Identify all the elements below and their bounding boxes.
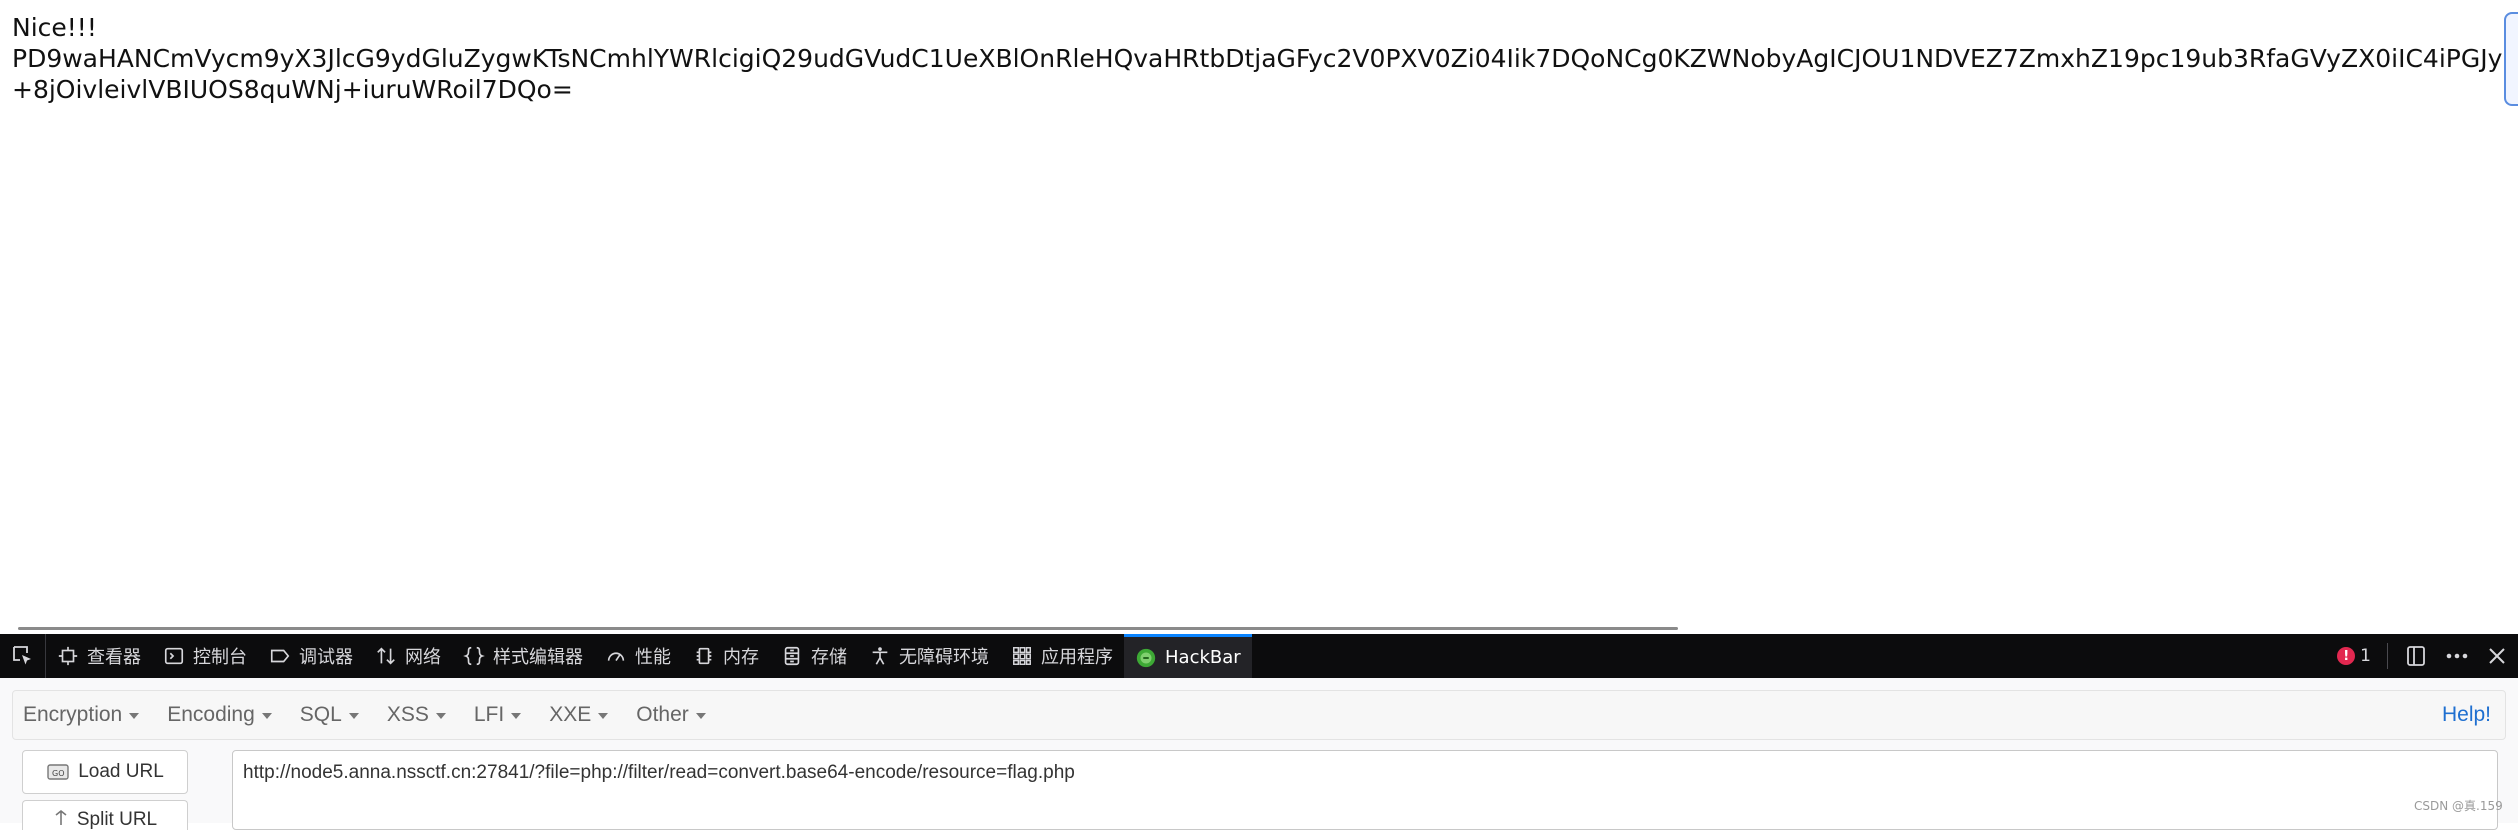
- style-editor-icon: [463, 646, 485, 666]
- menu-lfi[interactable]: LFI: [456, 703, 531, 727]
- chevron-down-icon: [598, 713, 609, 719]
- tab-storage-label: 存储: [811, 647, 847, 668]
- tab-storage[interactable]: 存储: [770, 634, 858, 678]
- watermark-text: CSDN @真.159: [2414, 799, 2503, 813]
- dock-toggle-icon[interactable]: [2404, 644, 2428, 668]
- menu-xxe[interactable]: XXE: [531, 703, 618, 727]
- chevron-down-icon: [348, 713, 359, 719]
- base64-output-tail: +8jOivleivlVBIUOS8quWNj+iuruWRoil7DQo=: [12, 75, 573, 104]
- menu-sql[interactable]: SQL: [282, 703, 369, 727]
- response-body: Nice!!! PD9waHANCmVycm9yX3JlcG9ydGluZygw…: [12, 12, 2502, 105]
- tab-hackbar-label: HackBar: [1165, 647, 1241, 668]
- horizontal-scrollbar[interactable]: [18, 627, 1678, 630]
- tab-inspector[interactable]: 查看器: [46, 634, 152, 678]
- tab-application-label: 应用程序: [1041, 647, 1113, 668]
- tab-memory-label: 内存: [723, 647, 759, 668]
- console-icon: [164, 647, 184, 665]
- tab-network-label: 网络: [405, 647, 441, 668]
- menu-other-label: Other: [636, 703, 689, 726]
- nice-message: Nice!!!: [12, 13, 97, 42]
- help-link[interactable]: Help!: [2442, 703, 2491, 727]
- accessibility-icon: [872, 647, 888, 665]
- tab-network[interactable]: 网络: [364, 634, 452, 678]
- hackbar-icon: [1136, 648, 1156, 667]
- load-url-label: Load URL: [78, 761, 164, 782]
- tab-accessibility-label: 无障碍环境: [899, 647, 989, 668]
- base64-output-line: PD9waHANCmVycm9yX3JlcG9ydGluZygwKTsNCmhl…: [12, 44, 2502, 73]
- menu-encryption-label: Encryption: [23, 703, 123, 726]
- devtools-panel: 查看器 控制台 调试器 网络 样式编辑器 性能 内存 存储 无障碍环境 应用程序…: [0, 634, 2518, 830]
- performance-icon: [607, 652, 625, 662]
- close-icon[interactable]: [2486, 645, 2508, 667]
- tab-inspector-label: 查看器: [87, 647, 141, 668]
- hackbar-menubar: Encryption Encoding SQL XSS LFI XXE Othe…: [12, 690, 2506, 740]
- application-icon: [1013, 647, 1031, 665]
- tab-console-label: 控制台: [193, 647, 247, 668]
- menu-encryption[interactable]: Encryption: [13, 703, 149, 727]
- tab-performance[interactable]: 性能: [594, 634, 682, 678]
- more-options-icon[interactable]: [2444, 644, 2470, 668]
- menu-xss-label: XSS: [386, 703, 429, 726]
- tab-memory[interactable]: 内存: [682, 634, 770, 678]
- error-count: 1: [2360, 646, 2371, 666]
- toolbar-divider: [2387, 643, 2388, 669]
- chevron-down-icon: [129, 713, 140, 719]
- chevron-down-icon: [511, 713, 522, 719]
- storage-icon: [784, 646, 800, 666]
- memory-icon: [696, 647, 712, 665]
- tab-accessibility[interactable]: 无障碍环境: [858, 634, 1000, 678]
- load-url-button[interactable]: GO Load URL: [22, 750, 188, 794]
- url-input[interactable]: http://node5.anna.nssctf.cn:27841/?file=…: [232, 750, 2498, 830]
- element-picker-icon: [12, 646, 31, 665]
- sidebar-handle[interactable]: [2504, 12, 2518, 106]
- menu-xxe-label: XXE: [549, 703, 592, 726]
- load-url-icon: GO: [47, 764, 69, 780]
- tab-application[interactable]: 应用程序: [1000, 634, 1124, 678]
- menu-encoding-label: Encoding: [167, 703, 255, 726]
- tab-debugger[interactable]: 调试器: [258, 634, 364, 678]
- inspector-icon: [58, 646, 78, 666]
- tab-style-editor[interactable]: 样式编辑器: [452, 634, 594, 678]
- network-icon: [377, 647, 395, 665]
- menu-xss[interactable]: XSS: [369, 703, 456, 727]
- chevron-down-icon: [695, 713, 706, 719]
- menu-sql-label: SQL: [299, 703, 342, 726]
- toolbar-right-controls: ! 1: [2337, 634, 2518, 678]
- debugger-icon: [270, 649, 290, 663]
- tab-debugger-label: 调试器: [299, 647, 353, 668]
- error-count-badge[interactable]: ! 1: [2337, 646, 2371, 666]
- tab-hackbar[interactable]: HackBar: [1124, 634, 1252, 678]
- split-url-button[interactable]: Split URL: [22, 800, 188, 830]
- page-content: Nice!!! PD9waHANCmVycm9yX3JlcG9ydGluZygw…: [0, 0, 2518, 634]
- menu-other[interactable]: Other: [618, 703, 716, 727]
- tab-performance-label: 性能: [635, 647, 671, 668]
- tab-console[interactable]: 控制台: [152, 634, 258, 678]
- chevron-down-icon: [261, 713, 272, 719]
- chevron-down-icon: [435, 713, 446, 719]
- menu-lfi-label: LFI: [473, 703, 505, 726]
- split-url-label: Split URL: [76, 809, 158, 830]
- element-picker-button[interactable]: [0, 634, 46, 678]
- svg-text:GO: GO: [52, 769, 65, 778]
- devtools-toolbar: 查看器 控制台 调试器 网络 样式编辑器 性能 内存 存储 无障碍环境 应用程序…: [0, 634, 2518, 678]
- error-icon: !: [2337, 647, 2356, 665]
- tab-style-editor-label: 样式编辑器: [493, 647, 583, 668]
- menu-encoding[interactable]: Encoding: [149, 703, 282, 727]
- split-url-icon: [55, 809, 67, 825]
